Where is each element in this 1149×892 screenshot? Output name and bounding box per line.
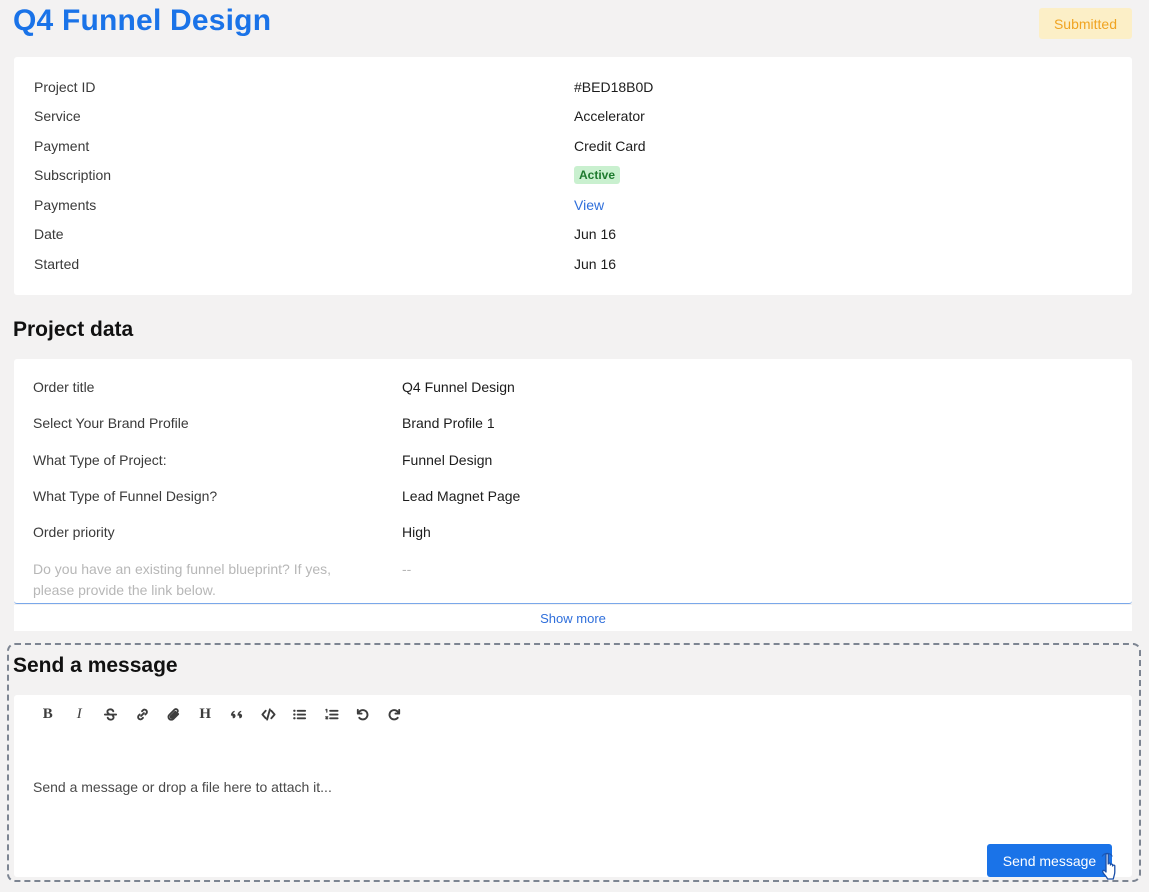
info-value: Jun 16 (574, 226, 617, 242)
hand-cursor-icon (1101, 852, 1116, 880)
data-label: What Type of Project: (33, 452, 167, 468)
data-label: Do you have an existing funnel blueprint… (33, 561, 332, 598)
data-value: High (402, 524, 431, 540)
project-info-card: Project ID #BED18B0D Service Accelerator… (14, 57, 1132, 295)
info-label: Payments (34, 197, 97, 213)
show-more-link[interactable]: Show more (540, 611, 606, 626)
subscription-status-badge: Active (574, 166, 621, 184)
link-icon[interactable] (127, 703, 159, 725)
send-message-heading: Send a message (13, 654, 178, 677)
project-data-card: Order title Q4 Funnel Design Select Your… (14, 359, 1132, 604)
bullet-list-icon[interactable] (284, 703, 316, 725)
strikethrough-icon[interactable] (95, 703, 127, 725)
info-row-date: Date Jun 16 (14, 223, 1132, 245)
quote-icon[interactable] (221, 703, 253, 725)
info-value: Jun 16 (574, 256, 617, 272)
data-value: Brand Profile 1 (402, 415, 495, 431)
info-label: Payment (34, 138, 90, 154)
info-row-project-id: Project ID #BED18B0D (14, 76, 1132, 98)
data-label: What Type of Funnel Design? (33, 488, 218, 504)
info-row-payment: Payment Credit Card (14, 135, 1132, 157)
data-value: Lead Magnet Page (402, 488, 521, 504)
message-editor: B I H (14, 695, 1132, 877)
heading-icon[interactable]: H (190, 703, 222, 725)
message-input[interactable] (33, 747, 1113, 827)
page-title: Q4 Funnel Design (13, 4, 272, 37)
info-row-started: Started Jun 16 (14, 253, 1132, 275)
code-icon[interactable] (253, 703, 285, 725)
status-badge: Submitted (1039, 8, 1132, 39)
bold-icon[interactable]: B (32, 703, 64, 725)
info-label: Started (34, 256, 80, 272)
info-row-service: Service Accelerator (14, 105, 1132, 127)
undo-icon[interactable] (347, 703, 379, 725)
data-value: Q4 Funnel Design (402, 379, 515, 395)
send-message-button[interactable]: Send message (987, 844, 1112, 877)
info-row-subscription: Subscription Active (14, 164, 1132, 186)
heading-glyph: H (199, 705, 212, 722)
show-more-bar: Show more (14, 605, 1132, 631)
data-label: Order priority (33, 524, 115, 540)
info-value: #BED18B0D (574, 79, 654, 95)
info-label: Subscription (34, 167, 112, 183)
data-label: Order title (33, 379, 95, 395)
info-label: Project ID (34, 79, 96, 95)
payments-view-link[interactable]: View (574, 197, 604, 213)
info-value: Credit Card (574, 138, 646, 154)
attachment-icon[interactable] (158, 703, 190, 725)
data-value: Funnel Design (402, 452, 493, 468)
numbered-list-icon[interactable] (316, 703, 348, 725)
bold-glyph: B (42, 705, 53, 722)
redo-icon[interactable] (379, 703, 411, 725)
info-value: Accelerator (574, 108, 645, 124)
info-label: Date (34, 226, 64, 242)
data-value: -- (402, 561, 412, 577)
project-data-heading: Project data (13, 318, 134, 341)
data-label: Select Your Brand Profile (33, 415, 189, 431)
info-label: Service (34, 108, 81, 124)
info-row-payments: Payments View (14, 194, 1132, 216)
italic-glyph: I (76, 705, 82, 722)
italic-icon[interactable]: I (64, 703, 96, 725)
editor-toolbar: B I H (32, 703, 410, 725)
